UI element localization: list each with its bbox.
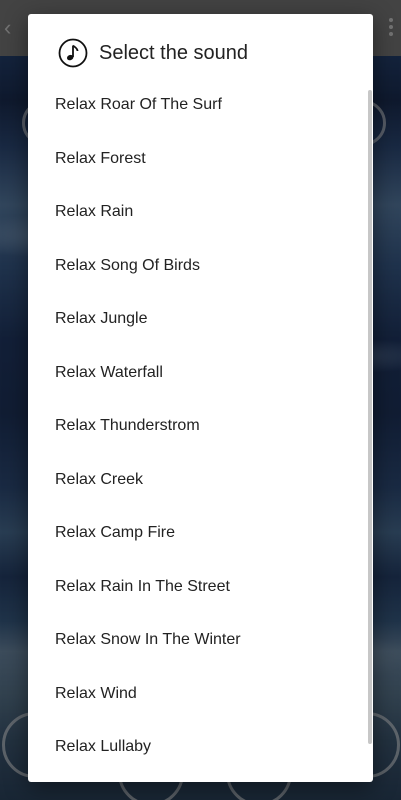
sound-option-rain[interactable]: Relax Rain [28,185,373,239]
sound-option-camp-fire[interactable]: Relax Camp Fire [28,506,373,560]
sound-option-snow-in-the-winter[interactable]: Relax Snow In The Winter [28,613,373,667]
sound-option-waterfall[interactable]: Relax Waterfall [28,346,373,400]
sound-option-wind[interactable]: Relax Wind [28,667,373,721]
list-scrollbar[interactable] [368,90,372,744]
music-note-icon [58,38,88,68]
sound-list: Relax Roar Of The Surf Relax Forest Rela… [28,78,373,782]
sound-option-forest[interactable]: Relax Forest [28,132,373,186]
sound-option-thunderstorm[interactable]: Relax Thunderstrom [28,399,373,453]
sound-option-rain-in-the-street[interactable]: Relax Rain In The Street [28,560,373,614]
sound-option-roar-of-the-surf[interactable]: Relax Roar Of The Surf [28,78,373,132]
sound-option-jungle[interactable]: Relax Jungle [28,292,373,346]
sound-option-lullaby[interactable]: Relax Lullaby [28,720,373,774]
dialog-title: Select the sound [99,42,248,64]
sound-option-song-of-birds[interactable]: Relax Song Of Birds [28,239,373,293]
sound-option-creek[interactable]: Relax Creek [28,453,373,507]
select-sound-dialog: Select the sound Relax Roar Of The Surf … [28,14,373,782]
